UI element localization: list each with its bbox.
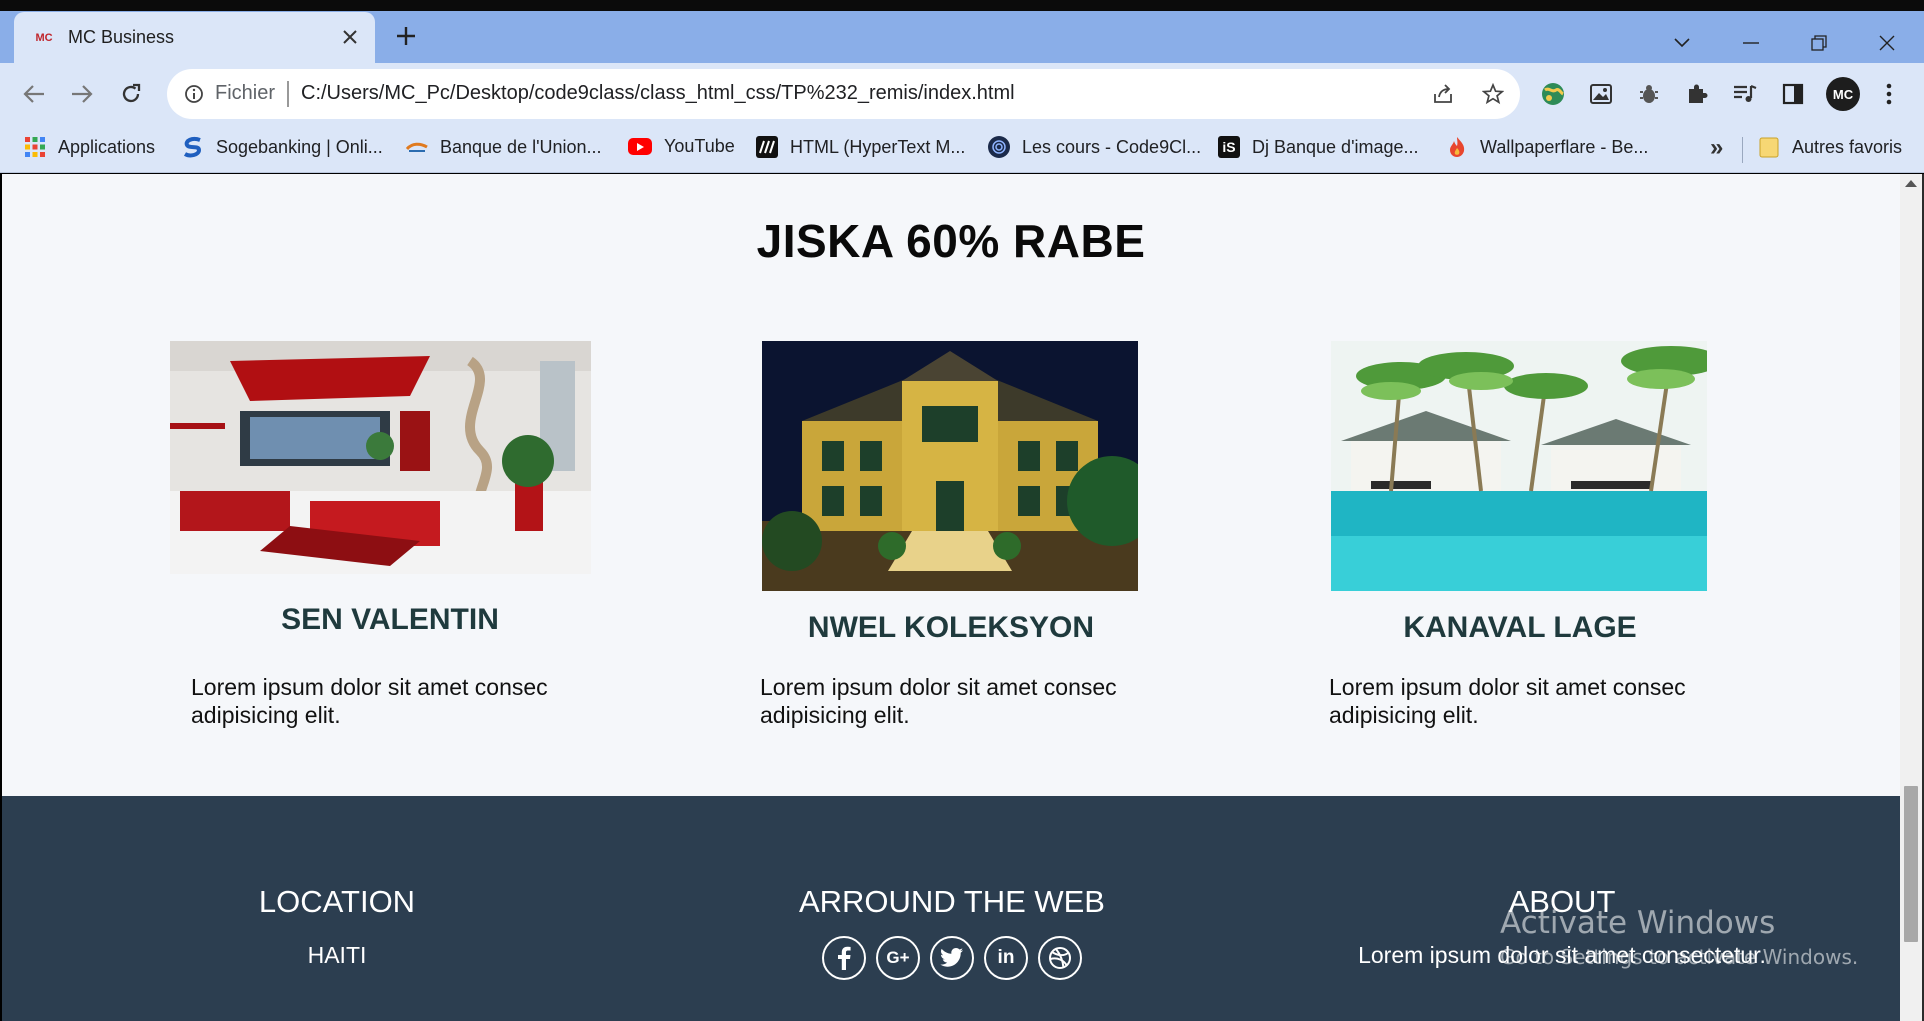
bookmark-other-favorites[interactable]: Autres favoris <box>1758 136 1902 158</box>
card-title: NWEL KOLEKSYON <box>807 611 1095 644</box>
watermark-subtitle: Go to Settings to activate Windows. <box>1500 945 1859 969</box>
bookmark-applications[interactable]: Applications <box>24 136 155 158</box>
tab-mc-business[interactable]: MC MC Business <box>14 12 375 63</box>
menu-kebab-icon[interactable] <box>1874 79 1904 109</box>
apps-grid-icon <box>24 136 46 158</box>
restore-button[interactable] <box>1805 29 1833 57</box>
window-top-edge <box>0 0 1924 11</box>
close-window-button[interactable] <box>1873 29 1901 57</box>
url-separator <box>287 81 289 107</box>
site-info-icon[interactable] <box>181 81 207 107</box>
wallpaperflare-icon <box>1446 136 1468 158</box>
living-room-photo[interactable] <box>170 341 591 574</box>
new-tab-button[interactable] <box>390 23 422 55</box>
share-icon[interactable] <box>1430 81 1456 107</box>
bookmark-istock[interactable]: iS Dj Banque d'image... <box>1218 136 1419 158</box>
forward-button[interactable] <box>66 78 98 110</box>
mdn-icon <box>756 136 778 158</box>
google-plus-icon[interactable]: G+ <box>876 936 920 980</box>
profile-avatar[interactable]: MC <box>1826 77 1860 111</box>
back-button[interactable] <box>18 78 50 110</box>
tab-search-chevron-icon[interactable] <box>1668 29 1696 57</box>
bookmark-label: Dj Banque d'image... <box>1252 136 1419 157</box>
bookmark-label: Wallpaperflare - Be... <box>1480 136 1649 157</box>
media-control-icon[interactable] <box>1730 79 1760 109</box>
bookmark-mdn-html[interactable]: HTML (HyperText M... <box>756 136 965 158</box>
extensions-puzzle-icon[interactable] <box>1682 79 1712 109</box>
bookmarks-bar: Applications Sogebanking | Onli... Banqu… <box>0 125 1924 173</box>
bookmark-label: Banque de l'Union... <box>440 136 602 157</box>
url-scheme-label: Fichier <box>215 82 276 104</box>
linkedin-icon[interactable]: in <box>984 936 1028 980</box>
tab-favicon-icon: MC <box>35 31 53 44</box>
bookmark-youtube[interactable]: YouTube <box>628 136 735 157</box>
bookmark-wallpaperflare[interactable]: Wallpaperflare - Be... <box>1446 136 1648 158</box>
youtube-icon <box>628 138 652 155</box>
side-panel-icon[interactable] <box>1778 79 1808 109</box>
address-bar[interactable]: Fichier C:/Users/MC_Pc/Desktop/code9clas… <box>167 69 1520 119</box>
bank-union-icon <box>406 136 428 158</box>
sogebank-icon <box>182 136 204 158</box>
bookmark-label: Autres favoris <box>1792 136 1903 157</box>
mansion-photo[interactable] <box>762 341 1138 591</box>
tab-strip: MC MC Business <box>0 11 1924 63</box>
scroll-up-arrow-icon[interactable] <box>1905 180 1917 187</box>
bookmark-label: Les cours - Code9Cl... <box>1022 136 1202 157</box>
more-bookmarks-chevron-icon[interactable]: » <box>1710 134 1723 162</box>
page-viewport: JISKA 60% RABE SEN VALENTIN Lorem ipsum … <box>2 174 1900 1021</box>
section-title: JISKA 60% RABE <box>756 215 1146 267</box>
scrollbar-thumb[interactable] <box>1904 786 1918 942</box>
bookmark-label: HTML (HyperText M... <box>790 136 966 157</box>
code9class-icon <box>988 136 1010 158</box>
bug-extension-icon[interactable] <box>1634 79 1664 109</box>
reload-button[interactable] <box>115 78 147 110</box>
tab-title: MC Business <box>68 27 175 47</box>
bookmark-banque-union[interactable]: Banque de l'Union... <box>406 136 602 158</box>
page-scrollbar[interactable] <box>1900 174 1922 1021</box>
card-text: Lorem ipsum dolor sit amet consec adipis… <box>1329 674 1686 728</box>
close-tab-icon[interactable] <box>337 24 363 50</box>
facebook-icon[interactable] <box>822 936 866 980</box>
istock-icon: iS <box>1218 136 1240 158</box>
around-the-web-heading: ARROUND THE WEB <box>798 884 1105 919</box>
bookmark-code9class[interactable]: Les cours - Code9Cl... <box>988 136 1201 158</box>
dribbble-icon[interactable] <box>1038 936 1082 980</box>
resort-pool-photo[interactable] <box>1331 341 1707 591</box>
bookmark-star-icon[interactable] <box>1480 81 1506 107</box>
watermark-title: Activate Windows <box>1500 905 1776 941</box>
social-links: G+ in <box>822 936 1082 980</box>
image-extension-icon[interactable] <box>1586 79 1616 109</box>
bookmark-sogebanking[interactable]: Sogebanking | Onli... <box>182 136 383 158</box>
bookmark-label: Applications <box>58 136 156 157</box>
folder-icon <box>1758 136 1780 158</box>
browser-toolbar: Fichier C:/Users/MC_Pc/Desktop/code9clas… <box>0 63 1924 125</box>
card-text: Lorem ipsum dolor sit amet consec adipis… <box>760 674 1117 728</box>
location-text: HAITI <box>307 942 367 968</box>
location-heading: LOCATION <box>258 884 416 919</box>
card-text: Lorem ipsum dolor sit amet consec adipis… <box>191 674 548 728</box>
twitter-icon[interactable] <box>930 936 974 980</box>
earth-extension-icon[interactable] <box>1538 79 1568 109</box>
card-title: SEN VALENTIN <box>281 603 499 636</box>
url-text[interactable]: C:/Users/MC_Pc/Desktop/code9class/class_… <box>301 82 1015 105</box>
bookmark-label: YouTube <box>664 136 735 156</box>
card-title: KANAVAL LAGE <box>1403 611 1637 644</box>
minimize-button[interactable] <box>1737 29 1765 57</box>
bookmark-label: Sogebanking | Onli... <box>216 136 383 157</box>
windows-activation-watermark: Activate Windows Go to Settings to activ… <box>1500 905 1858 969</box>
bookmarks-separator <box>1742 137 1743 163</box>
